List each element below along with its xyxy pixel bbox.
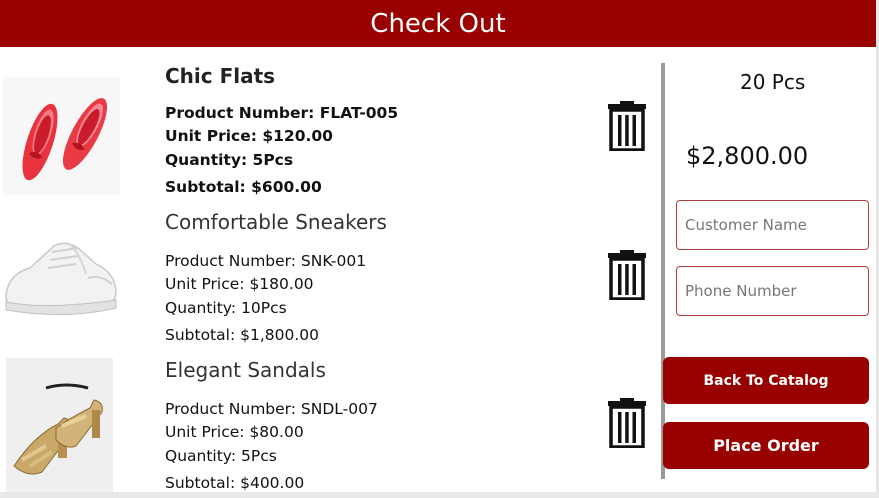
quantity: Quantity: 5Pcs [165,447,277,465]
cart-item: Chic Flats Product Number: FLAT-005 Unit… [0,60,660,208]
product-number: Product Number: SNK-001 [165,252,367,270]
subtotal: Subtotal: $400.00 [165,474,305,492]
cart-item: Comfortable Sneakers Product Number: SNK… [0,208,660,356]
trash-icon[interactable] [606,250,648,301]
header-bar: Check Out [0,0,876,47]
quantity: Quantity: 5Pcs [165,151,294,169]
unit-price: Unit Price: $180.00 [165,275,314,293]
unit-price: Unit Price: $120.00 [165,127,333,145]
product-name: Comfortable Sneakers [165,210,387,234]
product-image [0,72,125,197]
trash-icon[interactable] [606,101,648,152]
total-quantity: 20 Pcs [740,70,806,94]
product-number: Product Number: FLAT-005 [165,104,399,122]
scrollbar-track[interactable] [0,492,879,498]
product-number: Product Number: SNDL-007 [165,400,378,418]
page-title: Check Out [370,8,506,39]
product-image [0,358,125,492]
cart-item: Elegant Sandals Product Number: SNDL-007… [0,356,660,498]
customer-name-input[interactable] [676,200,869,250]
product-image [0,214,125,339]
phone-number-input[interactable] [676,266,869,316]
quantity: Quantity: 10Pcs [165,299,287,317]
product-name: Chic Flats [165,64,276,88]
unit-price: Unit Price: $80.00 [165,423,304,441]
vertical-divider [661,63,665,479]
total-price: $2,800.00 [686,142,809,170]
back-to-catalog-button[interactable]: Back To Catalog [663,357,869,404]
subtotal: Subtotal: $1,800.00 [165,326,319,344]
subtotal: Subtotal: $600.00 [165,178,322,196]
place-order-button[interactable]: Place Order [663,422,869,469]
product-name: Elegant Sandals [165,358,326,382]
trash-icon[interactable] [606,398,648,449]
